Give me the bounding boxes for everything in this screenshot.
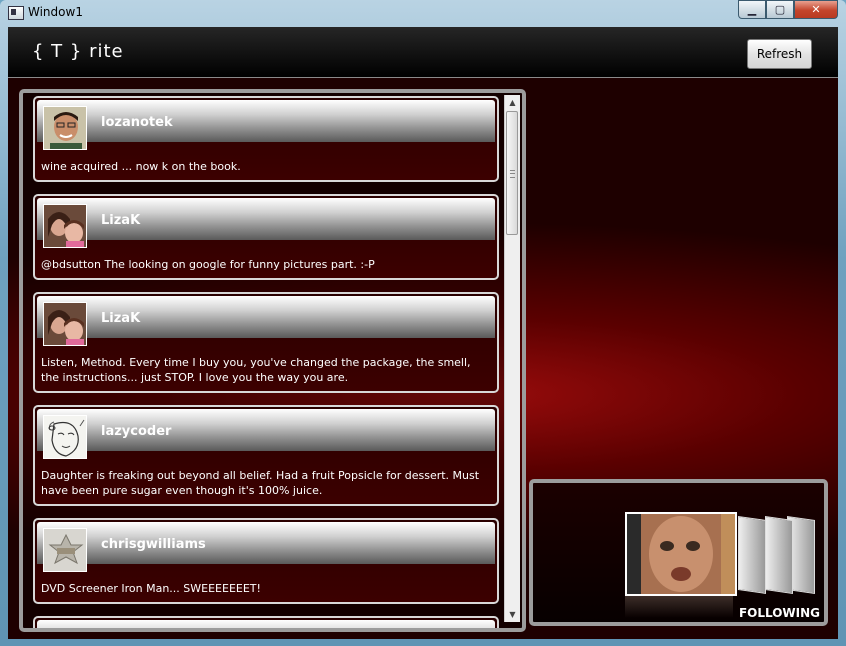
tweet-text: @bdsutton The looking on google for funn…	[41, 258, 375, 271]
tweet-text: Daughter is freaking out beyond all beli…	[41, 469, 480, 497]
following-avatar-photo[interactable]	[625, 512, 737, 596]
vertical-scrollbar[interactable]: ▲ ▼	[504, 95, 520, 622]
person-photo-icon	[43, 302, 87, 346]
window-title: Window1	[28, 5, 83, 19]
app-logo: { T } rite	[32, 41, 124, 62]
tweet-username[interactable]: lozanotek	[101, 115, 173, 130]
tweet-item[interactable]: lazycoder Daughter is freaking out beyon…	[33, 405, 499, 506]
refresh-button[interactable]: Refresh	[747, 39, 812, 69]
tweet-username[interactable]: LizaK	[101, 311, 140, 326]
close-button[interactable]: ✕	[794, 0, 838, 19]
scroll-up-icon[interactable]: ▲	[505, 95, 520, 110]
following-panel[interactable]: FOLLOWING	[529, 479, 828, 626]
following-card[interactable]	[738, 516, 766, 594]
tweet-header: lazycoder	[37, 409, 495, 459]
scrollbar-thumb[interactable]	[506, 111, 518, 235]
tweet-item[interactable]: chrisgwilliams DVD Screener Iron Man... …	[33, 518, 499, 604]
app-header: { T } rite Refresh	[8, 27, 838, 78]
tweet-header	[37, 620, 495, 628]
client-area: { T } rite Refresh lozanotek wine acquir…	[8, 27, 838, 639]
tweet-username[interactable]: chrisgwilliams	[101, 537, 206, 552]
tweet-header: chrisgwilliams	[37, 522, 495, 572]
tweet-item[interactable]: LizaK @bdsutton The looking on google fo…	[33, 194, 499, 280]
badge-icon	[43, 528, 87, 572]
tweets-panel[interactable]: lozanotek wine acquired ... now k on the…	[19, 89, 526, 632]
tweet-item[interactable]: lozanotek wine acquired ... now k on the…	[33, 96, 499, 182]
person-photo-icon	[43, 204, 87, 248]
tweet-username[interactable]: lazycoder	[101, 424, 171, 439]
tweet-header: LizaK	[37, 198, 495, 248]
minimize-button[interactable]: ▁	[738, 0, 766, 19]
window-controls: ▁ ▢ ✕	[738, 0, 838, 19]
sketch-portrait-icon	[43, 415, 87, 459]
tweet-text: Listen, Method. Every time I buy you, yo…	[41, 356, 471, 384]
scroll-down-icon[interactable]: ▼	[505, 607, 520, 622]
tweet-list: lozanotek wine acquired ... now k on the…	[33, 96, 499, 628]
window-icon	[8, 6, 24, 20]
following-label: FOLLOWING	[738, 606, 820, 620]
title-bar[interactable]: Window1 ▁ ▢ ✕	[0, 0, 846, 24]
tweet-username[interactable]: LizaK	[101, 213, 140, 228]
tweet-text: wine acquired ... now k on the book.	[41, 160, 241, 173]
app-window: Window1 ▁ ▢ ✕ { T } rite Refresh lozanot…	[0, 0, 846, 646]
grip-icon	[510, 170, 515, 178]
tweet-item[interactable]: LizaK Listen, Method. Every time I buy y…	[33, 292, 499, 393]
person-photo-icon	[43, 106, 87, 150]
tweet-text: DVD Screener Iron Man... SWEEEEEEET!	[41, 582, 261, 595]
maximize-button[interactable]: ▢	[766, 0, 794, 19]
following-reflection	[625, 596, 733, 618]
tweet-header: LizaK	[37, 296, 495, 346]
following-card[interactable]	[765, 516, 793, 594]
tweet-item[interactable]	[33, 616, 499, 628]
tweet-header: lozanotek	[37, 100, 495, 150]
